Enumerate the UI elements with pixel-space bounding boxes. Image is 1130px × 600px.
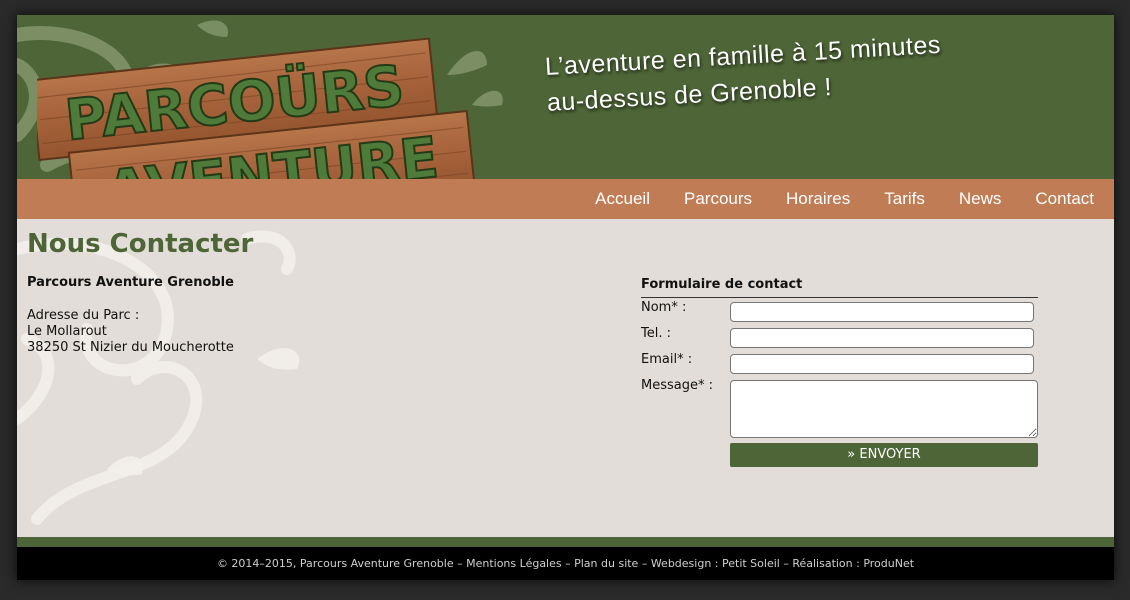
site-footer: © 2014–2015, Parcours Aventure Grenoble … (17, 547, 1114, 580)
send-button[interactable]: » ENVOYER (730, 443, 1038, 467)
tel-label: Tel. : (641, 326, 671, 341)
logo-wood-planks: PARCOÜRS AVENTURE (29, 37, 477, 179)
form-row-email: Email* : (641, 350, 1038, 376)
email-label: Email* : (641, 352, 693, 367)
nav-item-parcours[interactable]: Parcours (667, 179, 769, 219)
form-row-message: Message* : (641, 376, 1038, 438)
nav-item-news[interactable]: News (942, 179, 1019, 219)
page-title: Nous Contacter (27, 229, 254, 259)
main-nav: Accueil Parcours Horaires Tarifs News Co… (17, 179, 1114, 219)
site-logo[interactable]: PARCOÜRS AVENTURE (29, 35, 477, 179)
message-label: Message* : (641, 378, 713, 393)
form-row-name: Nom* : (641, 298, 1038, 324)
org-name: Parcours Aventure Grenoble (27, 275, 234, 290)
name-label: Nom* : (641, 300, 687, 315)
address-line-2: 38250 St Nizier du Moucherotte (27, 340, 234, 355)
email-input[interactable] (730, 354, 1034, 374)
site-header: PARCOÜRS AVENTURE L’aventure en famille … (17, 15, 1114, 179)
tel-input[interactable] (730, 328, 1034, 348)
name-input[interactable] (730, 302, 1034, 322)
footer-band (17, 537, 1114, 547)
form-title: Formulaire de contact (641, 277, 1038, 298)
footer-text: © 2014–2015, Parcours Aventure Grenoble … (216, 557, 915, 570)
nav-item-contact[interactable]: Contact (1018, 179, 1114, 219)
nav-item-horaires[interactable]: Horaires (769, 179, 867, 219)
message-textarea[interactable] (730, 380, 1038, 438)
address-block: Adresse du Parc : Le Mollarout 38250 St … (27, 308, 234, 356)
page-frame: PARCOÜRS AVENTURE L’aventure en famille … (17, 15, 1114, 580)
nav-item-tarifs[interactable]: Tarifs (867, 179, 942, 219)
address-label: Adresse du Parc : (27, 308, 140, 323)
header-tagline: L’aventure en famille à 15 minutes au-de… (544, 20, 1067, 121)
contact-form: Formulaire de contact Nom* : Tel. : Emai… (641, 277, 1038, 467)
nav-item-accueil[interactable]: Accueil (578, 179, 667, 219)
main-content: Nous Contacter Parcours Aventure Grenobl… (17, 219, 1114, 537)
address-line-1: Le Mollarout (27, 324, 107, 339)
content-swirl-decoration (17, 230, 300, 525)
form-row-tel: Tel. : (641, 324, 1038, 350)
